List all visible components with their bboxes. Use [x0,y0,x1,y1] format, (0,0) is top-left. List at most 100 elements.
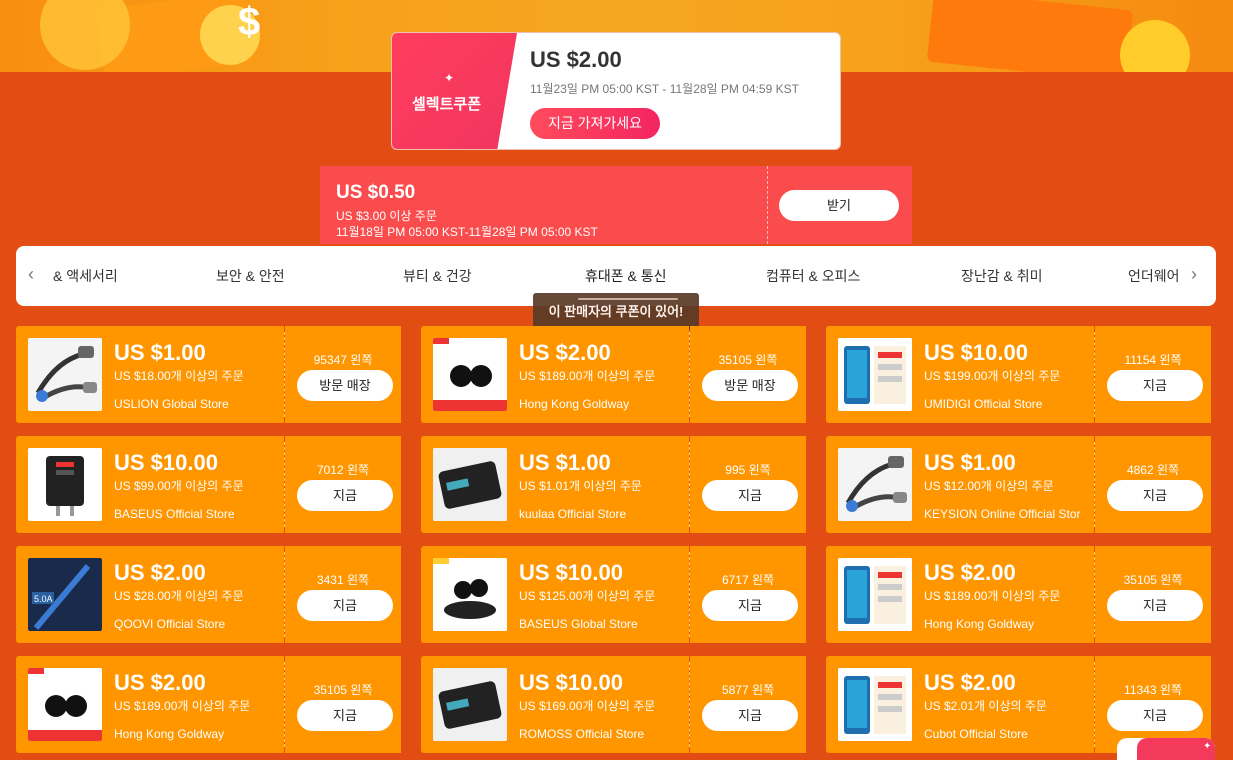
smartphone-icon[interactable] [838,338,912,411]
wireless-earbuds-icon[interactable] [433,558,507,631]
store-name[interactable]: QOOVI Official Store [114,617,282,631]
coupon-side: 995 왼쪽 지금 [689,436,810,533]
coupons-left-count: 35105 왼쪽 [313,683,373,697]
coupon-amount: US $2.00 [924,560,1016,585]
coupon-min-order: US $125.00개 이상의 주문 [519,589,656,603]
tab-phones[interactable]: 휴대폰 & 통신 [585,266,667,286]
get-now-button[interactable]: 지금 가져가세요 [530,108,660,139]
coupon-action-button[interactable]: 지금 [1107,480,1203,511]
store-name[interactable]: BASEUS Official Store [114,507,282,521]
sparkle-icon: ✦ [444,71,455,85]
sparkle-icon: ✦ [1203,741,1212,752]
coupon-action-button[interactable]: 지금 [702,480,798,511]
store-name[interactable]: Hong Kong Goldway [924,617,1092,631]
store-name[interactable]: UMIDIGI Official Store [924,397,1092,411]
coupons-left-count: 35105 왼쪽 [718,353,778,367]
coupon-action-button[interactable]: 지금 [1107,700,1203,731]
usb-cable-icon[interactable]: 5.0A [28,558,102,631]
coupon-action-button[interactable]: 지금 [1107,590,1203,621]
coupon-action-button[interactable]: 지금 [702,590,798,621]
coupon-amount: US $10.00 [114,450,218,475]
tab-toys[interactable]: 장난감 & 취미 [961,266,1043,286]
coupons-left-count: 7012 왼쪽 [316,463,370,477]
coupon-amount: US $2.00 [114,560,206,585]
tab-computers[interactable]: 컴퓨터 & 오피스 [766,266,860,286]
power-bank-icon[interactable] [433,448,507,521]
store-name[interactable]: Hong Kong Goldway [114,727,282,741]
coupon-side: 35105 왼쪽지금 [1094,546,1215,643]
coupon-grid: US $1.00 US $18.00개 이상의 주문 USLION Global S… [16,326,1216,760]
tab-beauty[interactable]: 뷰티 & 건강 [403,266,472,286]
store-coupon-card: US $0.50 US $3.00 이상 주문 11월18일 PM 05:00 … [317,166,915,244]
coupon-amount: US $1.00 [924,450,1016,475]
coupon-action-button[interactable]: 방문 매장 [702,370,798,401]
store-name[interactable]: BASEUS Global Store [519,617,687,631]
coupons-left-count: 4862 왼쪽 [1126,463,1180,477]
coupons-left-count: 35105 왼쪽 [1123,573,1183,587]
coupons-left-count: 95347 왼쪽 [313,353,373,367]
svg-text:5.0A: 5.0A [34,594,53,604]
coupon-amount: US $2.00 [924,670,1016,695]
tab-accessories[interactable]: & 액세서리 [53,266,118,286]
coupon-action-button[interactable]: 지금 [297,480,393,511]
smartphone-icon[interactable] [838,668,912,741]
earbuds-icon[interactable] [28,668,102,741]
coupon-action-button[interactable]: 지금 [1107,370,1203,401]
dollar-icon: $ [238,0,261,44]
coupon-side: 7012 왼쪽지금 [284,436,405,533]
coupon-main: US $1.00 US $1.01개 이상의 주문 kuulaa Official … [421,436,689,533]
coupon-main: US $2.00 US $189.00개 이상의 주문 Hong Kong Gold… [421,326,689,423]
coupon-card: US $10.00 US $125.00개 이상의 주문 BASEUS Global… [421,546,811,643]
charger-icon[interactable] [28,448,102,521]
select-coupon-card: ✦ 셀렉트쿠폰 US $2.00 11월23일 PM 05:00 KST - 1… [391,32,841,150]
coupon-min-order: US $99.00개 이상의 주문 [114,479,244,493]
coupons-left-count: 5877 왼쪽 [721,683,775,697]
coupons-left-count: 3431 왼쪽 [316,573,370,587]
store-name[interactable]: USLION Global Store [114,397,282,411]
store-name[interactable]: Cubot Official Store [924,727,1092,741]
coupon-min-order: US $12.00개 이상의 주문 [924,479,1054,493]
coupon-amount: US $2.00 [114,670,206,695]
coupon-action-button[interactable]: 지금 [297,590,393,621]
coupon-amount: US $1.00 [519,450,611,475]
coupon-side: 4862 왼쪽지금 [1094,436,1215,533]
coupon-notch-left [317,166,323,244]
smartphone-icon[interactable] [838,558,912,631]
chevron-right-icon[interactable]: › [1191,264,1197,285]
coupon-action-button[interactable]: 방문 매장 [297,370,393,401]
coupon-side: 11154 왼쪽지금 [1094,326,1215,423]
store-name[interactable]: kuulaa Official Store [519,507,687,521]
coupon-side: 35105 왼쪽방문 매장 [689,326,810,423]
coupon-action-button[interactable]: 지금 [702,700,798,731]
seller-coupon-tooltip: 이 판매자의 쿠폰이 있어! [533,293,699,330]
tab-underwear[interactable]: 언더웨어 [1128,266,1180,286]
floating-widget[interactable]: ✦ [1117,738,1215,760]
coupon-main: 5.0A US $2.00 US $28.00개 이상의 주문 QOOVI Offic… [16,546,284,643]
coupon-card: US $10.00 US $99.00개 이상의 주문 BASEUS Officia… [16,436,406,533]
coupons-left-count: 6717 왼쪽 [721,573,775,587]
magnetic-cable-icon[interactable] [28,338,102,411]
coupon-main: US $2.00 US $189.00개 이상의 주문 Hong Kong Gold… [826,546,1094,643]
chevron-left-icon[interactable]: ‹ [28,264,34,285]
select-coupon-period: 11월23일 PM 05:00 KST - 11월28일 PM 04:59 KS… [530,82,799,96]
magnetic-cable-icon[interactable] [838,448,912,521]
store-name[interactable]: KEYSION Online Official Stor [924,507,1092,521]
coupon-amount: US $10.00 [519,670,623,695]
tooltip-text: 이 판매자의 쿠폰이 있어! [548,304,684,319]
tab-security[interactable]: 보안 & 안전 [216,266,285,286]
coupon-card: 5.0A US $2.00 US $28.00개 이상의 주문 QOOVI Offic… [16,546,406,643]
coupon-main: US $10.00 US $199.00개 이상의 주문 UMIDIGI Offic… [826,326,1094,423]
power-bank-icon[interactable] [433,668,507,741]
store-name[interactable]: ROMOSS Official Store [519,727,687,741]
coupons-left-count: 11343 왼쪽 [1124,683,1182,697]
coupon-action-button[interactable]: 지금 [297,700,393,731]
earbuds-icon[interactable] [433,338,507,411]
coupon-card: US $2.00 US $189.00개 이상의 주문 Hong Kong Gold… [826,546,1216,643]
coupon-main: US $10.00 US $169.00개 이상의 주문 ROMOSS Offici… [421,656,689,753]
store-name[interactable]: Hong Kong Goldway [519,397,687,411]
coupon-card: US $1.00 US $12.00개 이상의 주문 KEYSION Online … [826,436,1216,533]
coupons-left-count: 11154 왼쪽 [1124,353,1182,367]
receive-coupon-button[interactable]: 받기 [779,190,899,221]
coupon-card: US $10.00 US $169.00개 이상의 주문 ROMOSS Offici… [421,656,811,753]
coupon-side: 95347 왼쪽방문 매장 [284,326,405,423]
